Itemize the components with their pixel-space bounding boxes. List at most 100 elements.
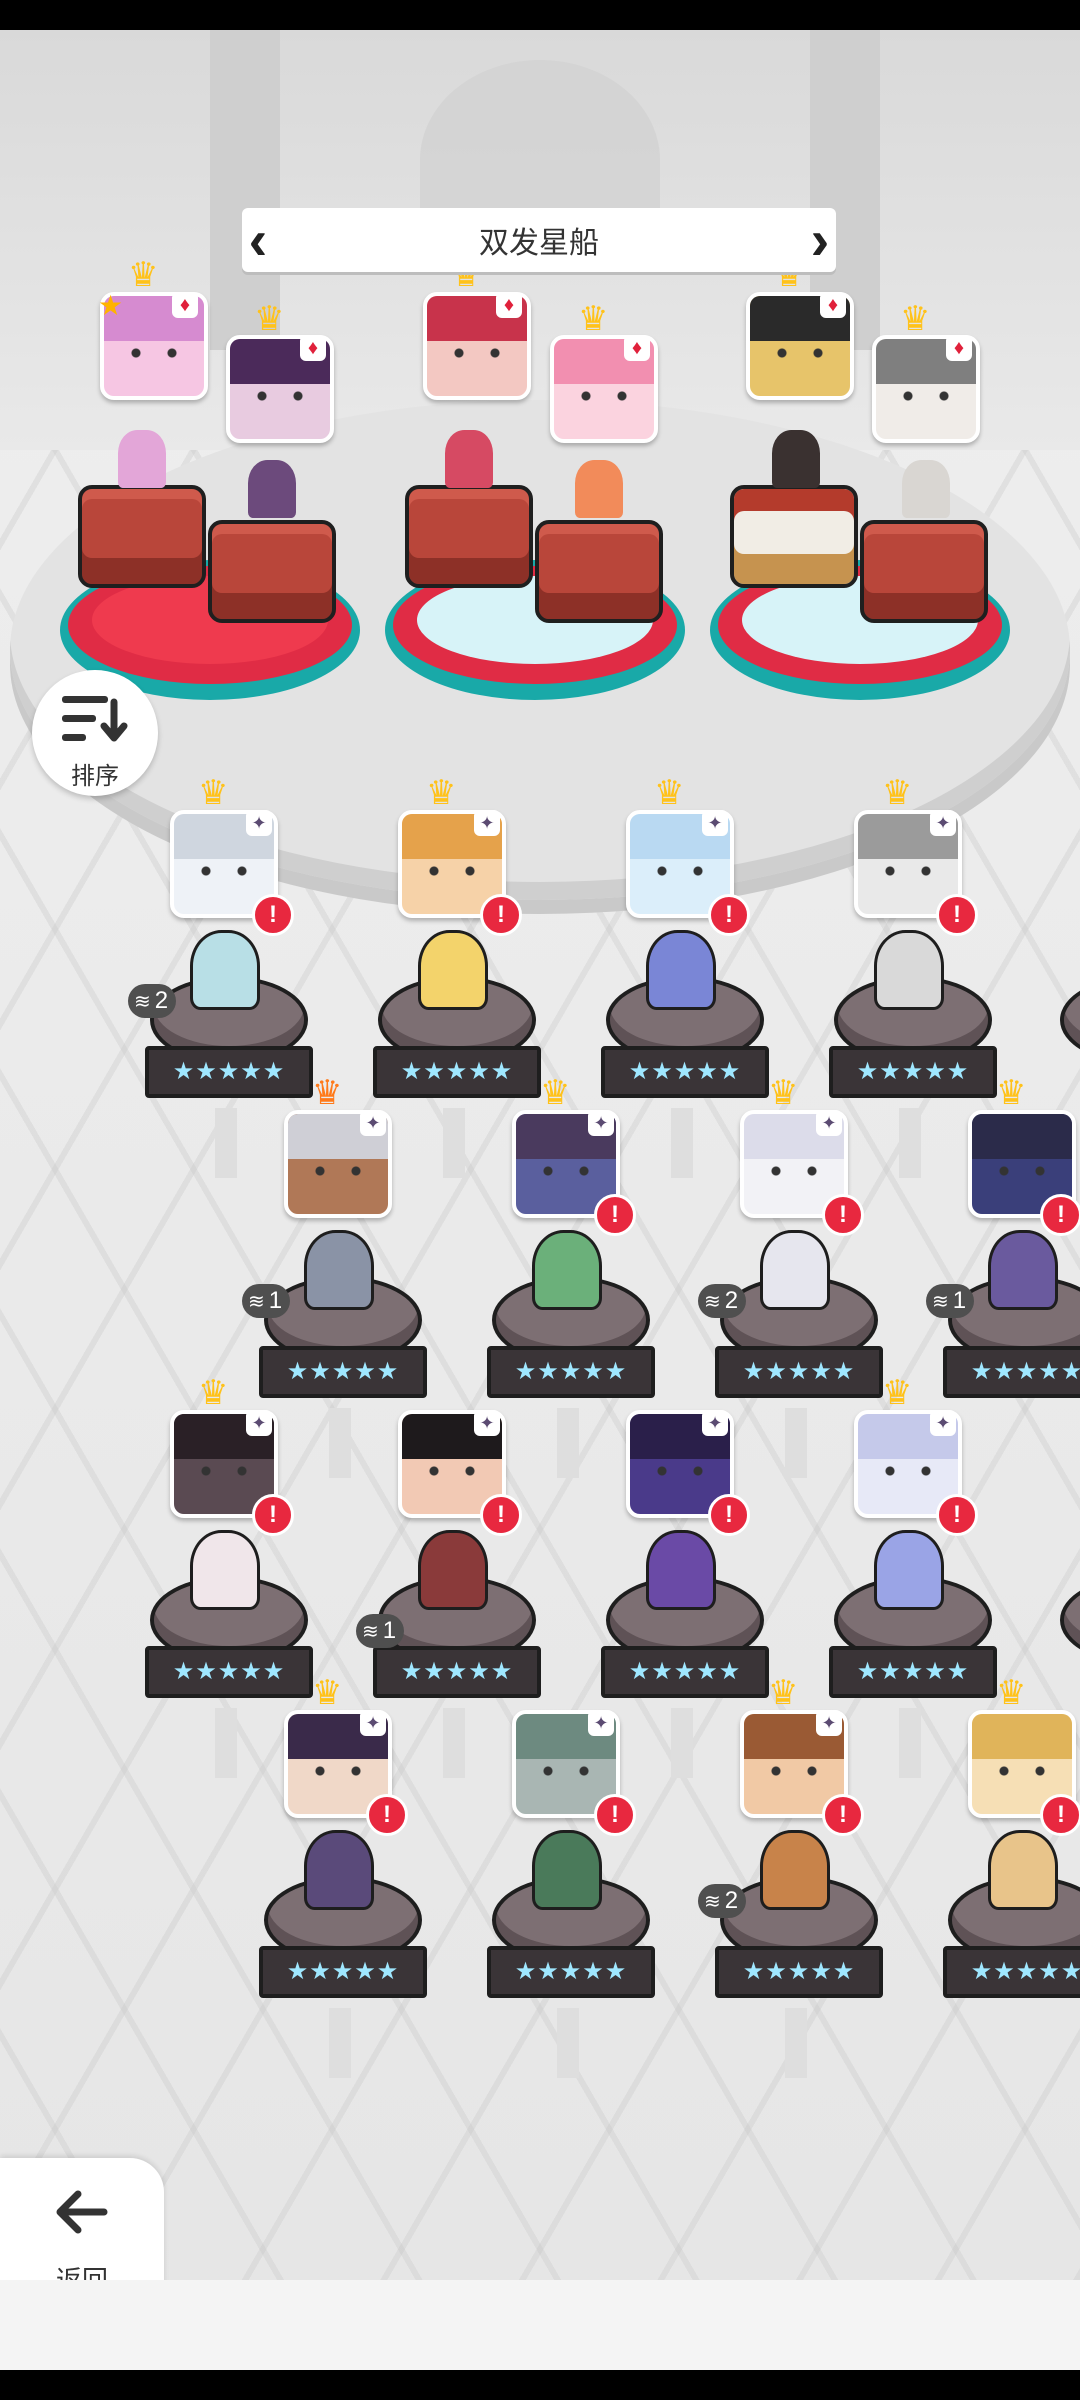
hero-chibi[interactable]	[874, 1530, 944, 1610]
hero-sprite[interactable]	[772, 430, 820, 488]
seat-box[interactable]	[535, 520, 663, 623]
crown-icon: ♛	[654, 774, 685, 812]
chevron-right-icon[interactable]: ›	[800, 212, 840, 268]
crown-icon: ♛	[128, 256, 159, 294]
count-value: 2	[154, 987, 169, 1014]
crown-icon: ♛	[254, 300, 285, 338]
stars-row: ★★★★★	[373, 1046, 541, 1098]
rank-emblem-icon: ✦	[702, 1410, 728, 1436]
stars-row: ★★★★★	[487, 1346, 655, 1398]
hero-eyes	[126, 348, 182, 358]
stack-icon: ≋	[932, 1291, 949, 1313]
hero-chibi[interactable]	[304, 1830, 374, 1910]
count-badge: ≋ 2	[128, 984, 177, 1018]
sort-icon	[62, 696, 128, 742]
alert-badge: !	[252, 1494, 294, 1536]
crown-icon: ♛	[996, 1674, 1027, 1712]
rank-emblem-icon: ✦	[930, 1410, 956, 1436]
stars-row: ★★★★★	[829, 1046, 997, 1098]
hero-sprite[interactable]	[902, 460, 950, 518]
stars-row: ★★★★★	[145, 1646, 313, 1698]
hero-stand[interactable]	[1060, 976, 1080, 1064]
stand-pole	[671, 1108, 693, 1178]
back-button[interactable]: 返回	[0, 2158, 164, 2280]
stars-row: ★★★★★	[487, 1946, 655, 1998]
alert-badge: !	[480, 894, 522, 936]
stack-icon: ≋	[134, 991, 151, 1013]
stand-pole	[443, 1708, 465, 1778]
alert-badge: !	[1040, 1794, 1080, 1836]
diamond-suit-icon: ♦	[496, 292, 522, 318]
seat-box[interactable]	[405, 485, 533, 588]
seat-box-cake[interactable]	[730, 485, 858, 588]
hero-eyes	[196, 1466, 252, 1476]
stars-row: ★★★★★	[601, 1646, 769, 1698]
hero-chibi[interactable]	[304, 1230, 374, 1310]
hero-chibi[interactable]	[988, 1830, 1058, 1910]
alert-badge: !	[708, 894, 750, 936]
rank-emblem-icon: ✦	[816, 1710, 842, 1736]
stars-row: ★★★★★	[829, 1646, 997, 1698]
crown-icon: ♛	[198, 774, 229, 812]
stack-icon: ≋	[362, 1621, 379, 1643]
stack-icon: ≋	[248, 1291, 265, 1313]
stand-pole	[329, 2008, 351, 2078]
seat-box[interactable]	[208, 520, 336, 623]
hero-chibi[interactable]	[760, 1830, 830, 1910]
alert-badge: !	[1040, 1194, 1080, 1236]
hero-eyes	[310, 1166, 366, 1176]
alert-badge: !	[936, 894, 978, 936]
hero-eyes	[652, 866, 708, 876]
stars-row: ★★★★★	[373, 1646, 541, 1698]
hero-chibi[interactable]	[190, 930, 260, 1010]
crown-icon: ♛	[312, 1074, 343, 1112]
diamond-suit-icon: ♦	[172, 292, 198, 318]
hero-eyes	[424, 866, 480, 876]
stand-pole	[443, 1108, 465, 1178]
hero-chibi[interactable]	[646, 930, 716, 1010]
hero-stand[interactable]	[1060, 1576, 1080, 1664]
hero-chibi[interactable]	[646, 1530, 716, 1610]
hero-sprite[interactable]	[118, 430, 166, 488]
seat-box[interactable]	[78, 485, 206, 588]
alert-badge: !	[822, 1194, 864, 1236]
rank-emblem-icon: ✦	[360, 1110, 386, 1136]
hero-chibi[interactable]	[532, 1230, 602, 1310]
hero-eyes	[449, 348, 505, 358]
alert-badge: !	[594, 1194, 636, 1236]
chevron-left-icon[interactable]: ‹	[238, 212, 278, 268]
hero-chibi[interactable]	[190, 1530, 260, 1610]
hero-sprite[interactable]	[575, 460, 623, 518]
seat-box[interactable]	[860, 520, 988, 623]
alert-badge: !	[252, 894, 294, 936]
stand-pole	[557, 2008, 579, 2078]
crown-icon: ♛	[996, 1074, 1027, 1112]
hero-eyes	[994, 1766, 1050, 1776]
stars-row: ★★★★★	[943, 1946, 1080, 1998]
game-scene: ♛ ★ ♦ ♛ ♦ ♛ ♦ ♛ ♦ ♛ ♦ ♛ ♦ 双发星船 ‹ › 排序 ★★	[0, 30, 1080, 2280]
hero-chibi[interactable]	[418, 930, 488, 1010]
hero-chibi[interactable]	[988, 1230, 1058, 1310]
hero-portrait	[972, 1714, 1072, 1759]
hero-chibi[interactable]	[418, 1530, 488, 1610]
sort-button[interactable]: 排序	[32, 670, 158, 796]
alert-badge: !	[708, 1494, 750, 1536]
hero-eyes	[880, 866, 936, 876]
diamond-suit-icon: ♦	[946, 335, 972, 361]
hero-eyes	[994, 1166, 1050, 1176]
crown-icon: ♛	[768, 1074, 799, 1112]
hero-eyes	[310, 1766, 366, 1776]
crown-icon: ♛	[882, 774, 913, 812]
rank-emblem-icon: ✦	[702, 810, 728, 836]
hero-chibi[interactable]	[874, 930, 944, 1010]
stars-row: ★★★★★	[715, 1346, 883, 1398]
star-icon: ★	[98, 290, 124, 321]
hero-chibi[interactable]	[760, 1230, 830, 1310]
stand-pole	[215, 1708, 237, 1778]
rank-emblem-icon: ✦	[246, 810, 272, 836]
crown-icon: ♛	[578, 300, 609, 338]
hero-chibi[interactable]	[532, 1830, 602, 1910]
hero-sprite[interactable]	[248, 460, 296, 518]
hero-sprite[interactable]	[445, 430, 493, 488]
count-badge: ≋ 1	[242, 1284, 291, 1318]
